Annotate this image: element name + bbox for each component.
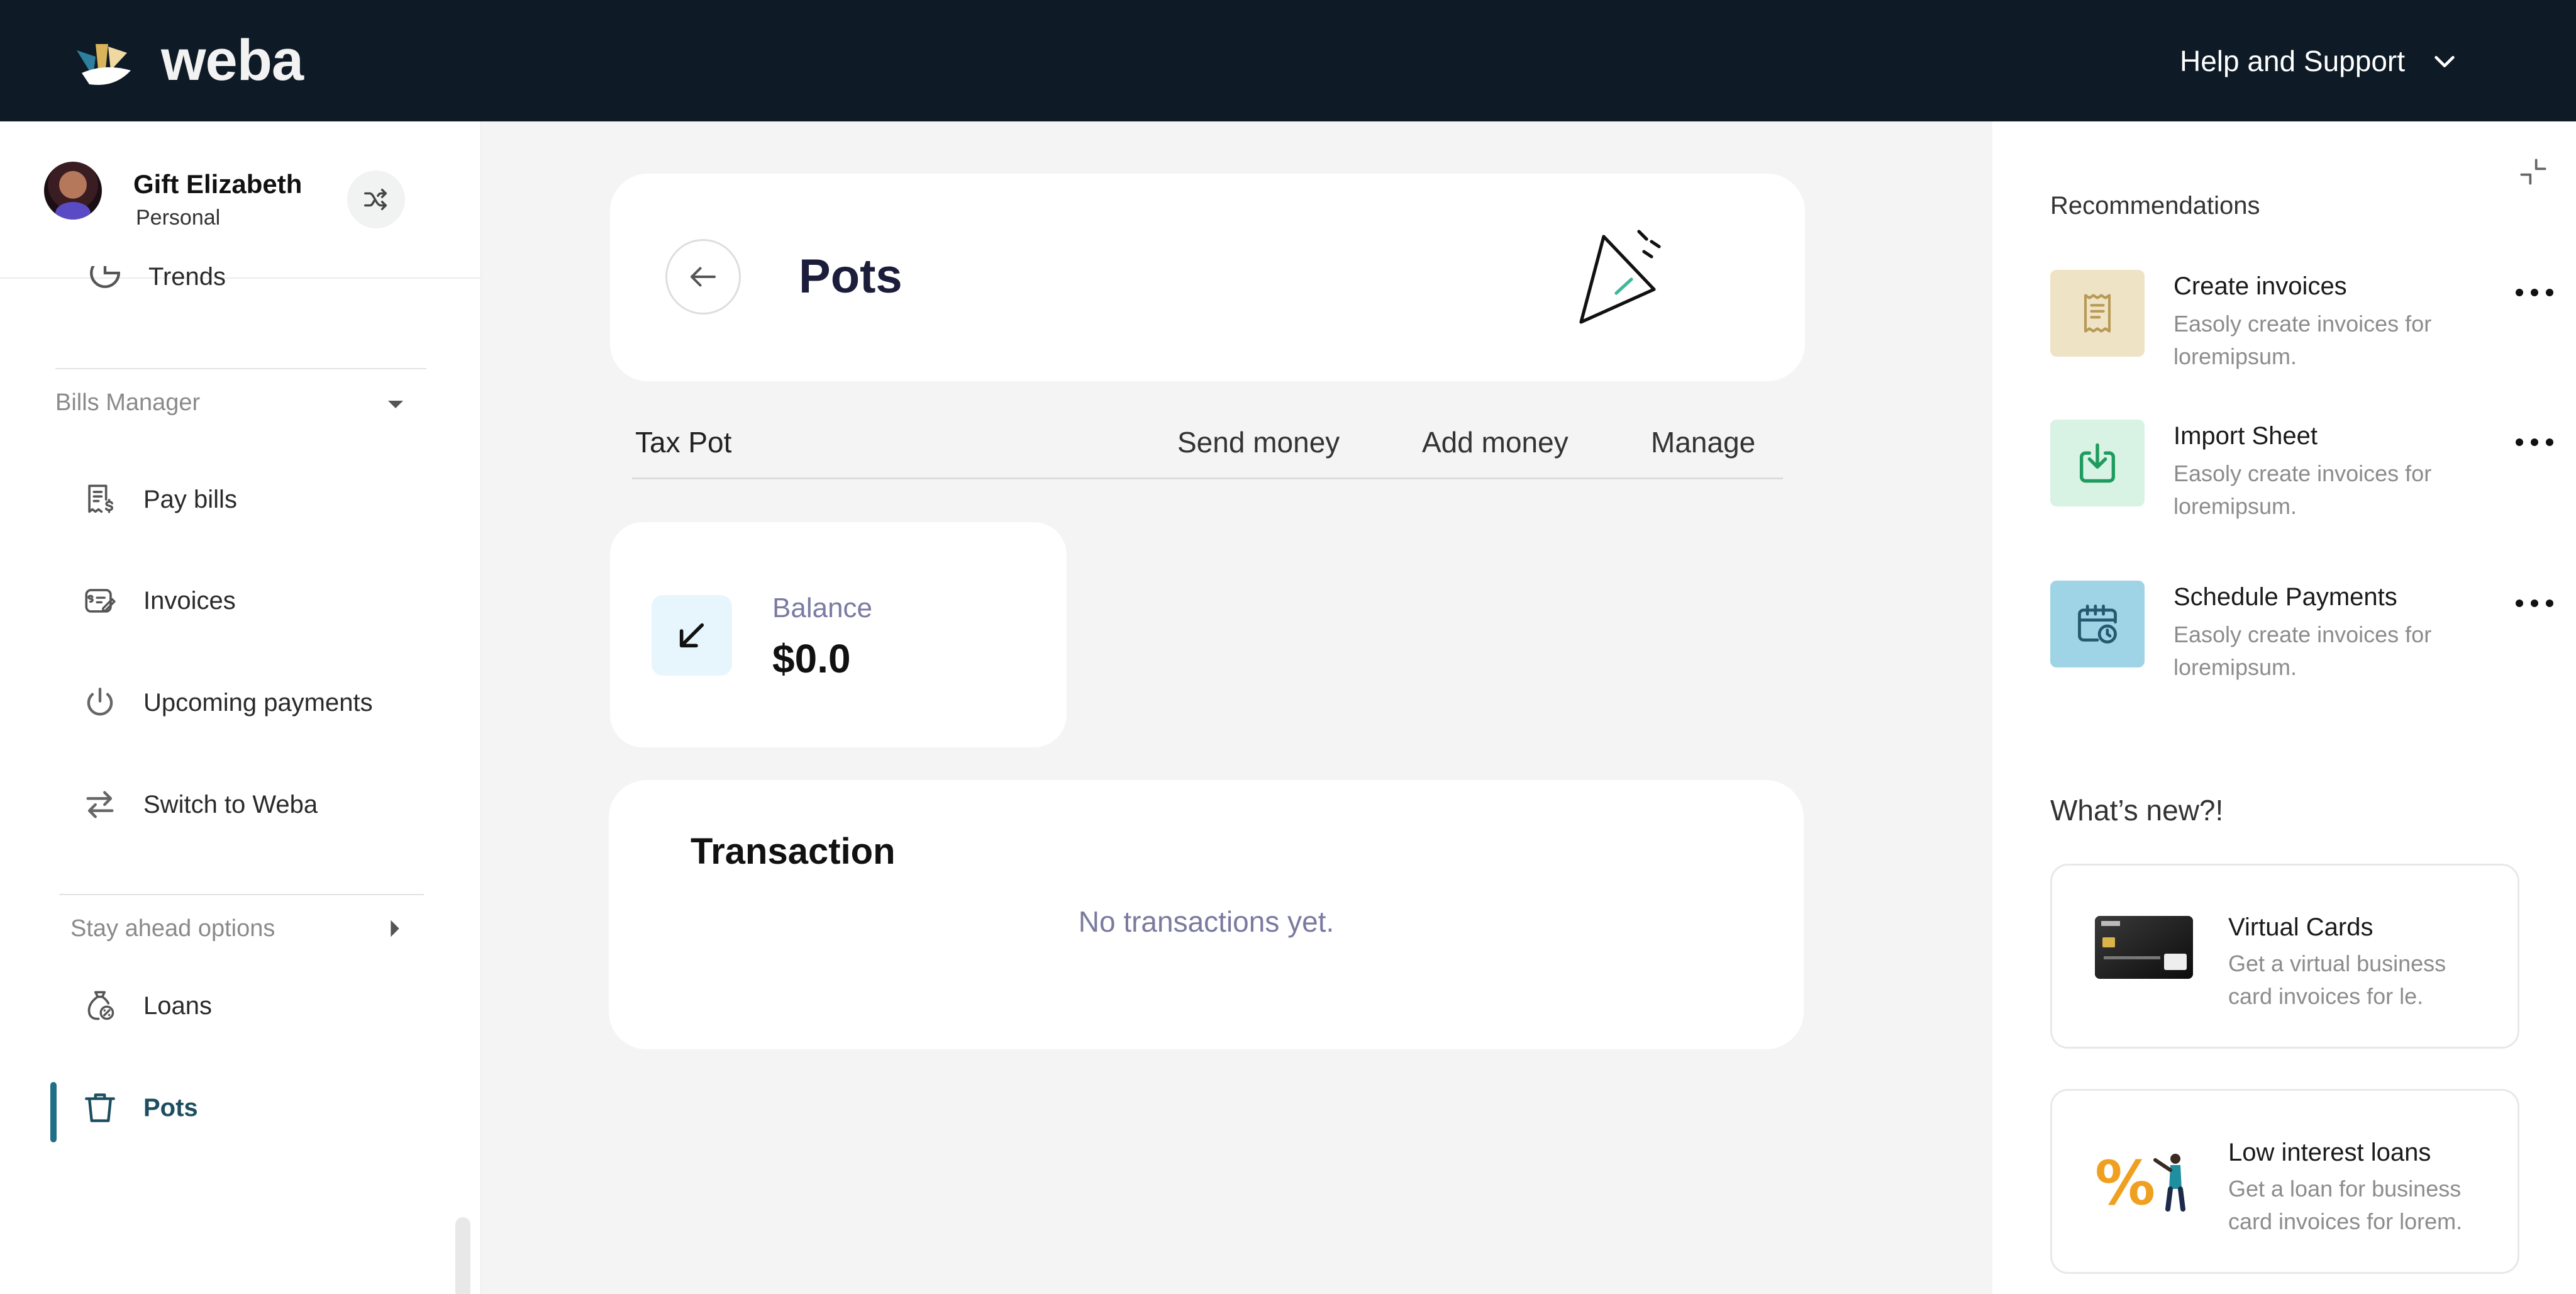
page-title: Pots <box>799 250 902 303</box>
sidebar-item-invoices[interactable]: Invoices <box>82 583 236 619</box>
download-icon <box>2079 443 2116 483</box>
whats-new-item-title: Low interest loans <box>2228 1139 2431 1166</box>
balance-icon-box <box>652 595 732 676</box>
recommendation-title: Create invoices <box>2174 272 2347 300</box>
percent-illustration: % <box>2095 1148 2185 1217</box>
help-support-label: Help and Support <box>2179 45 2405 77</box>
party-popper-icon <box>1579 230 1661 324</box>
caret-right-icon[interactable] <box>389 918 401 939</box>
sidebar-item-label: Trends <box>148 266 226 291</box>
transactions-title: Transaction <box>691 831 896 872</box>
more-options-icon[interactable] <box>2516 289 2553 301</box>
sidebar-item-trends[interactable]: Trends <box>87 266 226 291</box>
section-title: Stay ahead options <box>70 915 275 942</box>
section-bills-manager[interactable]: Bills Manager <box>55 389 200 416</box>
whats-new-item-title: Virtual Cards <box>2228 913 2373 941</box>
pot-name: Tax Pot <box>635 426 732 459</box>
recommendation-title: Schedule Payments <box>2174 583 2397 611</box>
divider <box>59 894 424 895</box>
calendar-clock-icon <box>2078 605 2117 644</box>
credit-card-image <box>2095 916 2193 979</box>
whats-new-virtual-cards[interactable]: Virtual Cards Get a virtual business car… <box>2050 864 2519 1049</box>
sidebar-item-label: Switch to Weba <box>143 790 318 818</box>
switch-account-button[interactable] <box>347 170 405 228</box>
receipt-dollar-icon <box>88 484 114 513</box>
active-indicator <box>50 1082 57 1142</box>
whats-new-item-desc: Get a loan for business card invoices fo… <box>2228 1176 2463 1234</box>
sidebar: Gift Elizabeth Personal Trends Bills Man… <box>0 121 481 1294</box>
whats-new-low-interest-loans[interactable]: % Low interest loans Get a loan for busi… <box>2050 1089 2519 1274</box>
svg-text:%: % <box>2095 1148 2155 1217</box>
pot-actions-bar: Tax Pot Send money Add money Manage <box>632 423 1783 479</box>
help-support-dropdown[interactable]: Help and Support <box>2180 44 2459 78</box>
balance-card: Balance $0.0 <box>610 522 1067 747</box>
more-options-icon[interactable] <box>2516 600 2553 612</box>
sidebar-item-label: Invoices <box>143 586 236 615</box>
chevron-down-icon <box>2434 55 2455 67</box>
power-icon <box>87 688 113 716</box>
logo-text[interactable]: weba <box>161 28 304 94</box>
sidebar-item-label: Loans <box>143 991 212 1020</box>
section-stay-ahead-options[interactable]: Stay ahead options <box>70 915 275 942</box>
sidebar-item-pay-bills[interactable]: Pay bills <box>82 481 237 518</box>
recommendation-thumb <box>2050 270 2145 357</box>
sidebar-item-switch-to-weba[interactable]: Switch to Weba <box>82 786 318 823</box>
pot-icon <box>85 1093 115 1122</box>
recommendation-thumb <box>2050 420 2145 506</box>
balance-value: $0.0 <box>772 636 851 681</box>
recommendation-schedule-payments[interactable]: Schedule Payments Easoly create invoices… <box>2050 581 2553 694</box>
right-panel: Recommendations Create invoices Easoly c… <box>1992 121 2576 1294</box>
recommendation-title: Import Sheet <box>2174 422 2318 450</box>
recommendation-create-invoices[interactable]: Create invoices Easoly create invoices f… <box>2050 270 2553 383</box>
manage-tab[interactable]: Manage <box>1651 425 1755 459</box>
collapse-icon[interactable] <box>2516 154 2551 189</box>
whats-new-item-desc: Get a virtual business card invoices for… <box>2228 951 2446 1009</box>
back-button[interactable] <box>665 239 741 315</box>
arrow-left-icon <box>690 267 716 287</box>
section-title: Bills Manager <box>55 389 201 416</box>
recommendation-desc: Easoly create invoices for loremipsum. <box>2174 622 2432 680</box>
sidebar-item-label: Upcoming payments <box>143 688 373 717</box>
user-profile: Gift Elizabeth Personal <box>0 121 481 279</box>
account-type: Personal <box>136 206 221 230</box>
whats-new-title: What’s new?! <box>2050 794 2224 827</box>
sidebar-item-pots[interactable]: Pots <box>82 1090 198 1126</box>
recommendation-desc: Easoly create invoices for loremipsum. <box>2174 460 2432 519</box>
user-name: Gift Elizabeth <box>133 169 303 199</box>
top-bar: weba Help and Support <box>0 0 2576 121</box>
sidebar-item-label: Pots <box>143 1093 198 1122</box>
caret-down-icon[interactable] <box>386 398 405 411</box>
sidebar-scrollbar[interactable] <box>455 1217 470 1294</box>
sidebar-item-loans[interactable]: Loans <box>82 988 212 1024</box>
avatar[interactable] <box>44 162 102 220</box>
arrows-swap-icon <box>86 791 114 818</box>
sidebar-item-upcoming-payments[interactable]: Upcoming payments <box>82 684 373 721</box>
shuffle-icon <box>364 188 387 211</box>
divider <box>55 368 426 369</box>
transactions-card: Transaction No transactions yet. <box>609 780 1804 1049</box>
sidebar-item-label: Pay bills <box>143 485 237 513</box>
arrow-down-left-icon <box>679 623 704 648</box>
recommendation-import-sheet[interactable]: Import Sheet Easoly create invoices for … <box>2050 420 2553 533</box>
recommendations-title: Recommendations <box>2050 192 2260 220</box>
pots-header-card: Pots <box>610 174 1805 381</box>
more-options-icon[interactable] <box>2516 438 2553 451</box>
invoice-edit-icon <box>85 589 116 613</box>
recommendation-thumb <box>2050 581 2145 667</box>
weba-logo-icon[interactable] <box>70 38 140 88</box>
receipt-icon <box>2084 294 2111 333</box>
money-bag-icon <box>87 991 114 1020</box>
empty-state-text: No transactions yet. <box>1078 905 1335 938</box>
pie-chart-icon <box>90 266 120 288</box>
balance-label: Balance <box>772 593 873 623</box>
send-money-tab[interactable]: Send money <box>1177 425 1340 459</box>
add-money-tab[interactable]: Add money <box>1422 425 1568 459</box>
recommendation-desc: Easoly create invoices for loremipsum. <box>2174 311 2432 369</box>
